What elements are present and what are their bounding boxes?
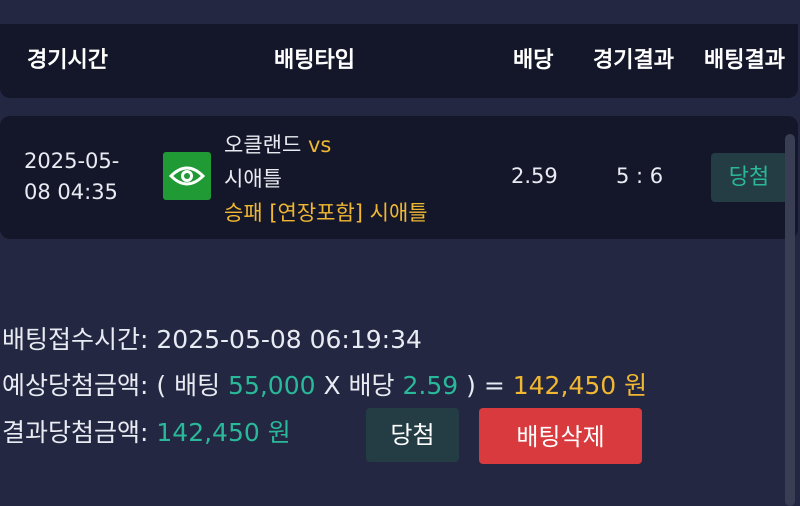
match-line: 오클랜드 vs (224, 128, 428, 162)
header-game-time: 경기시간 (27, 48, 108, 73)
game-time-clock: 08 04:35 (24, 180, 118, 204)
received-time-line: 배팅접수시간: 2025-05-08 06:19:34 (2, 323, 422, 357)
scrollbar[interactable] (785, 134, 795, 506)
bet-odds: 2.59 (511, 164, 558, 188)
delete-bet-button[interactable]: 배팅삭제 (479, 408, 642, 464)
home-team: 오클랜드 (224, 133, 302, 157)
expected-win-amount: 142,450 원 (512, 371, 648, 400)
header-game-result: 경기결과 (593, 48, 674, 73)
open-paren-text: ( 배팅 (156, 371, 221, 400)
away-team: 시애틀 (224, 167, 282, 191)
result-status-badge: 당첨 (366, 408, 459, 462)
table-header: 경기시간 배팅타입 배당 경기결과 배팅결과 (0, 24, 798, 98)
result-win-label: 결과당첨금액: (2, 418, 149, 447)
bet-result-badge: 당첨 (711, 153, 787, 202)
received-time-label: 배팅접수시간: (2, 325, 149, 354)
header-bet-result: 배팅결과 (704, 48, 785, 73)
expected-win-label: 예상당첨금액: (2, 371, 149, 400)
header-bet-type: 배팅타입 (274, 48, 355, 73)
header-odds: 배당 (513, 48, 554, 73)
game-time-date: 2025-05- (24, 149, 120, 173)
bet-type-info: 오클랜드 vs 시애틀 승패 [연장포함] 시애틀 (224, 128, 428, 230)
game-score: 5 : 6 (616, 164, 664, 188)
expected-win-line: 예상당첨금액: ( 배팅 55,000 X 배당 2.59 ) = 142,45… (2, 369, 647, 403)
result-win-amount: 142,450 원 (156, 418, 291, 447)
bet-row: 2025-05- 08 04:35 오클랜드 vs 시애틀 승패 [연장포함] … (0, 116, 798, 239)
game-time: 2025-05- 08 04:35 (24, 146, 134, 208)
times-text: X 배당 (323, 371, 395, 400)
bet-pick: 승패 [연장포함] 시애틀 (224, 201, 428, 225)
eye-icon (163, 152, 211, 200)
close-eq-text: ) = (466, 371, 505, 400)
received-time-value: 2025-05-08 06:19:34 (156, 325, 422, 354)
vs-label: vs (307, 133, 332, 157)
bet-amount: 55,000 (228, 371, 316, 400)
result-win-line: 결과당첨금액: 142,450 원 (2, 416, 291, 450)
summary-odds: 2.59 (402, 371, 459, 400)
